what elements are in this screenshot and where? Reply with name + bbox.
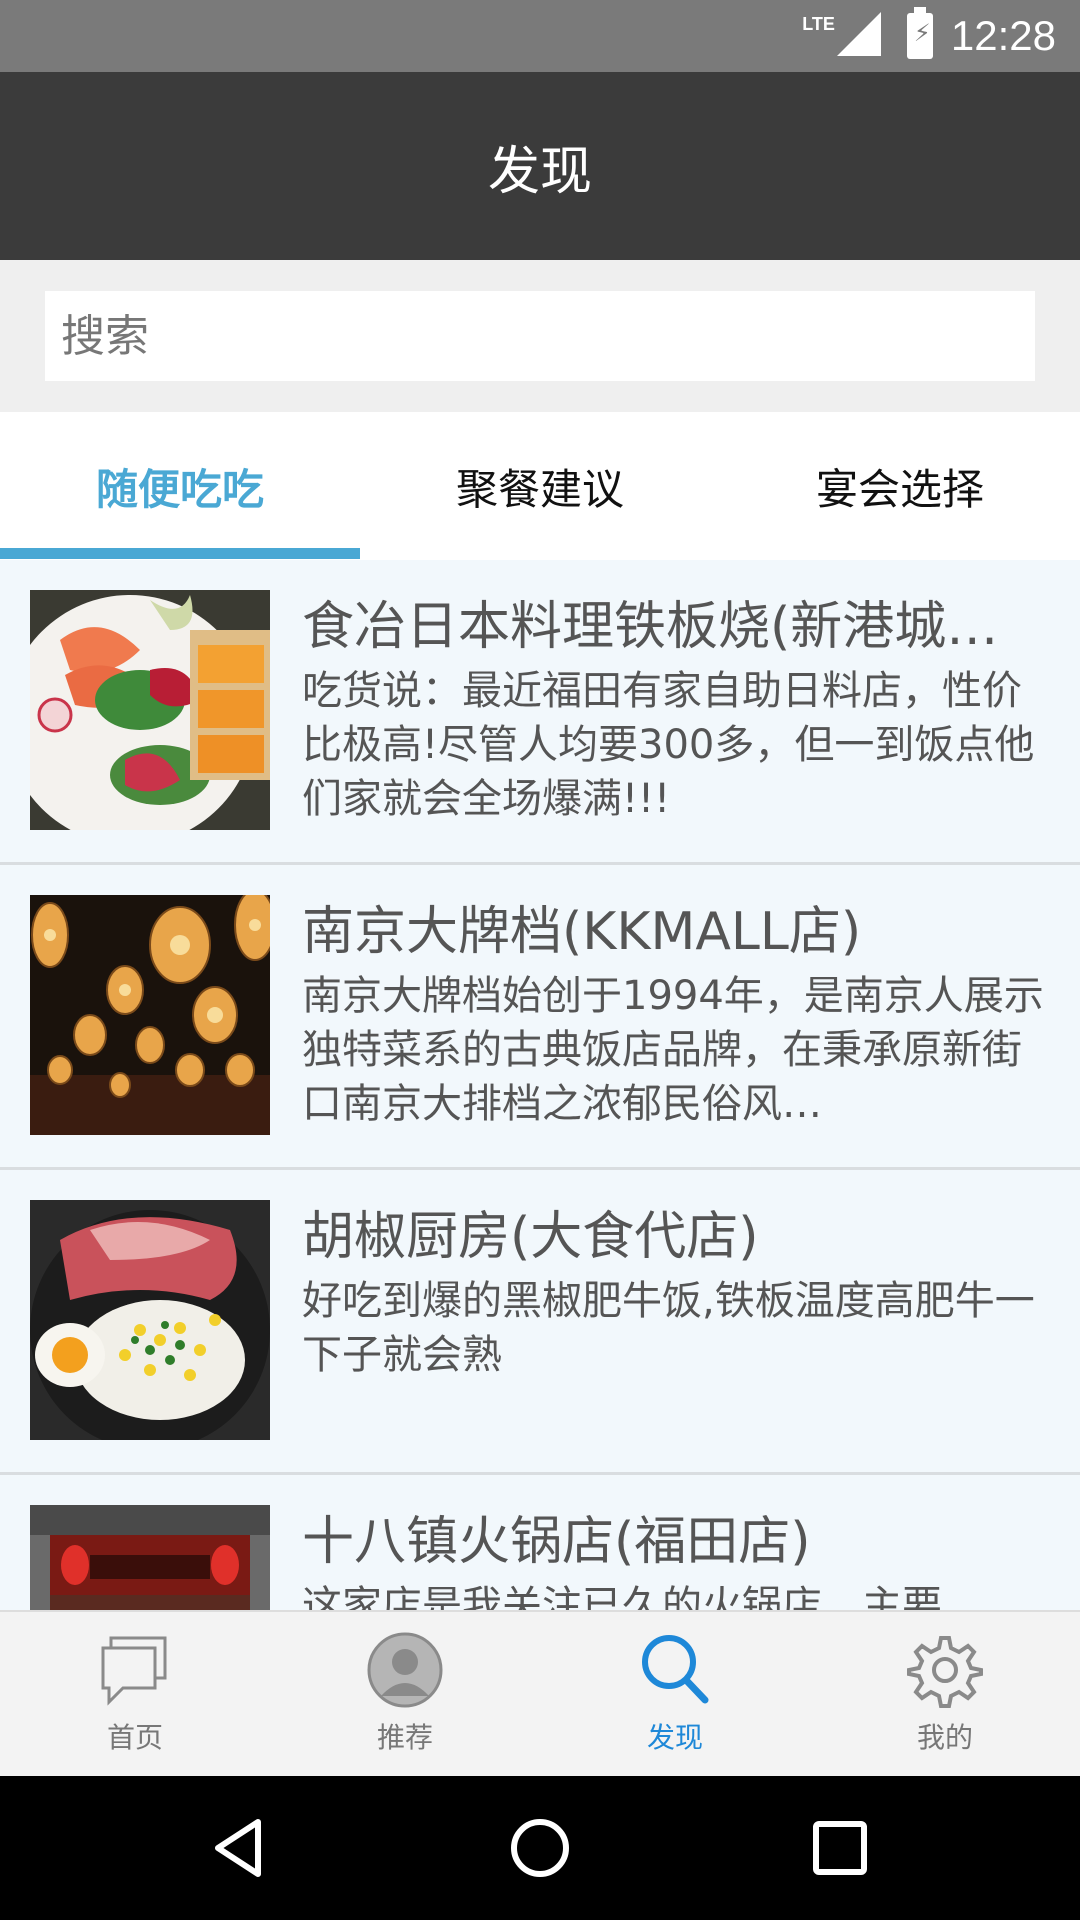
nav-discover[interactable]: 发现	[540, 1612, 810, 1778]
tab-banquet[interactable]: 宴会选择	[720, 412, 1080, 560]
restaurant-name: 胡椒厨房(大食代店)	[302, 1207, 759, 1267]
nav-label: 发现	[646, 1721, 703, 1754]
list-item[interactable]: 南京大牌档(KKMALL店) 南京大牌档始创于1994年，是南京人展示独特菜系的…	[0, 865, 1080, 1170]
tab-bar: 随便吃吃 聚餐建议 宴会选择	[0, 412, 1080, 563]
restaurant-image-lanterns	[30, 895, 270, 1135]
restaurant-list[interactable]: 食冶日本料理铁板烧(新港城… 吃货说：最近福田有家自助日料店，性价比极高!尽管人…	[0, 560, 1080, 1610]
chat-bubble-icon	[101, 1636, 167, 1706]
nav-recommend[interactable]: 推荐	[270, 1612, 540, 1778]
restaurant-description: 吃货说：最近福田有家自助日料店，性价比极高!尽管人均要300多，但一到饭点他们家…	[302, 668, 1035, 822]
nav-home[interactable]: 首页	[0, 1612, 270, 1778]
signal-icon	[836, 12, 881, 56]
gear-icon	[907, 1636, 983, 1708]
search-area	[0, 260, 1080, 412]
list-item[interactable]: 十八镇火锅店(福田店) 这家店是我关注已久的火锅店，主要	[0, 1475, 1080, 1610]
nav-label: 我的	[916, 1721, 973, 1754]
nav-label: 推荐	[376, 1721, 433, 1754]
nav-label: 首页	[106, 1721, 163, 1754]
restaurant-image-beef-rice	[30, 1200, 270, 1440]
page-title: 发现	[487, 141, 592, 202]
tab-gathering[interactable]: 聚餐建议	[360, 412, 720, 560]
restaurant-image-sashimi	[30, 590, 270, 830]
restaurant-name: 南京大牌档(KKMALL店)	[302, 902, 862, 962]
home-icon[interactable]	[500, 1808, 580, 1888]
bottom-navigation: 首页 推荐 发现 我的	[0, 1610, 1080, 1778]
clock: 12:28	[950, 12, 1056, 59]
tab-casual[interactable]: 随便吃吃	[0, 412, 360, 560]
search-icon	[642, 1635, 709, 1704]
restaurant-description: 好吃到爆的黑椒肥牛饭,铁板温度高肥牛一下子就会熟	[302, 1278, 1035, 1378]
recents-icon[interactable]	[800, 1808, 880, 1888]
restaurant-description: 这家店是我关注已久的火锅店，主要	[302, 1583, 942, 1610]
battery-icon: ⚡	[906, 7, 933, 59]
app-bar: 发现	[0, 72, 1080, 260]
nav-mine[interactable]: 我的	[810, 1612, 1080, 1778]
restaurant-name: 十八镇火锅店(福田店)	[302, 1512, 811, 1572]
status-bar: LTE ⚡ 12:28	[0, 0, 1080, 72]
back-icon[interactable]	[200, 1808, 280, 1888]
network-type: LTE	[802, 13, 835, 34]
restaurant-image-hotpot	[30, 1505, 270, 1610]
tab-indicator	[0, 548, 360, 559]
list-item[interactable]: 胡椒厨房(大食代店) 好吃到爆的黑椒肥牛饭,铁板温度高肥牛一下子就会熟	[0, 1170, 1080, 1475]
restaurant-description: 南京大牌档始创于1994年，是南京人展示独特菜系的古典饭店品牌，在秉承原新街口南…	[302, 973, 1044, 1127]
list-item[interactable]: 食冶日本料理铁板烧(新港城… 吃货说：最近福田有家自助日料店，性价比极高!尽管人…	[0, 560, 1080, 865]
search-input[interactable]	[45, 291, 1035, 381]
system-navigation-bar	[0, 1776, 1080, 1920]
restaurant-name: 食冶日本料理铁板烧(新港城…	[302, 597, 999, 657]
person-icon	[367, 1632, 443, 1708]
